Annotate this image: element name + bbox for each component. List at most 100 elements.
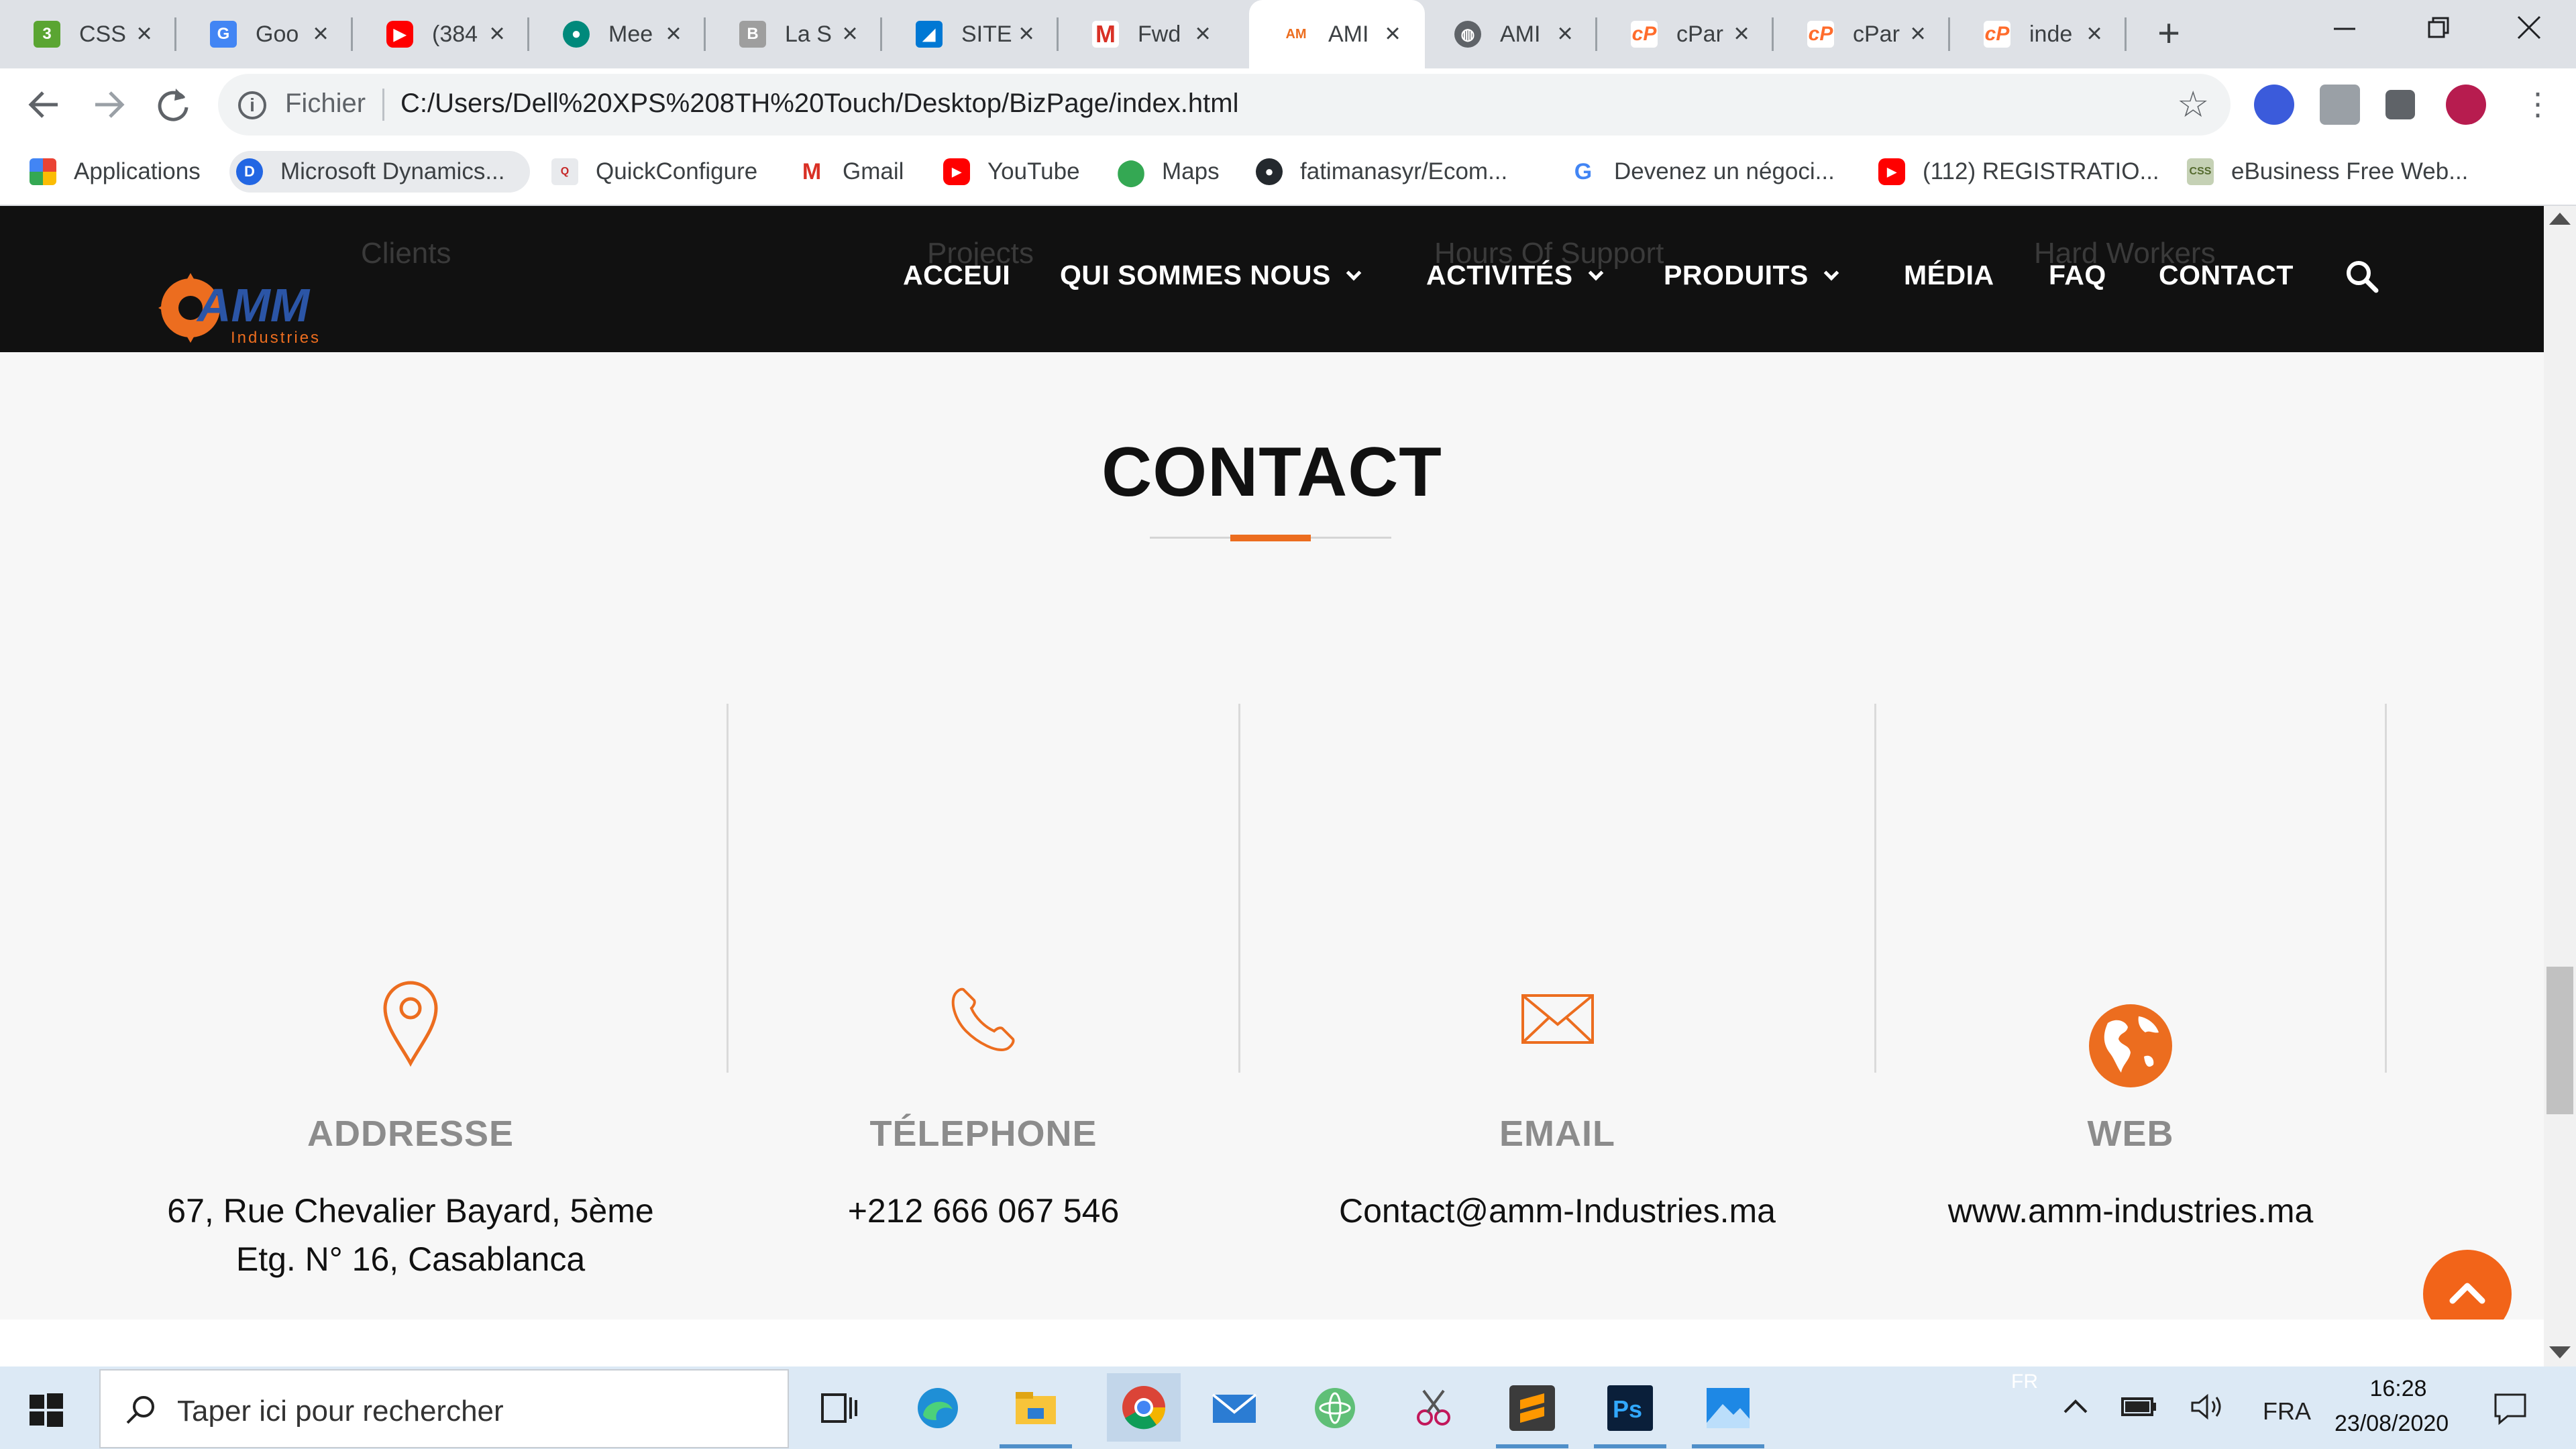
nav-label: PRODUITS xyxy=(1664,260,1809,290)
back-button[interactable] xyxy=(23,83,66,126)
tab-amm-active[interactable]: AM AMI × xyxy=(1249,0,1425,68)
restore-button[interactable] xyxy=(2405,12,2472,52)
envelope-icon xyxy=(1521,994,1594,1044)
tab-amm-2[interactable]: ◍ AMI × xyxy=(1421,0,1597,68)
start-button[interactable] xyxy=(30,1393,63,1427)
bookmark-youtube-2[interactable]: ▶ (112) REGISTRATIO... xyxy=(1872,151,2166,193)
snipping-tool-button[interactable] xyxy=(1406,1381,1460,1435)
gear-icon: AMM Industries xyxy=(158,273,319,347)
bookmark-youtube[interactable]: ▶ YouTube xyxy=(936,151,1087,193)
clock-date[interactable]: 23/08/2020 xyxy=(2334,1411,2449,1437)
close-icon[interactable]: × xyxy=(307,20,334,47)
page-scrollbar[interactable] xyxy=(2544,206,2576,1366)
amm-favicon: AM xyxy=(1283,21,1309,48)
close-icon[interactable]: × xyxy=(1552,20,1578,47)
minimize-icon xyxy=(2334,28,2355,30)
tab-google-translate[interactable]: G Goo × xyxy=(176,0,353,68)
snipping-tool-icon xyxy=(1417,1389,1450,1426)
close-icon[interactable]: × xyxy=(1013,20,1040,47)
bookmark-github[interactable]: ● fatimanasyr/Ecom... xyxy=(1249,151,1514,193)
close-icon[interactable]: × xyxy=(484,20,511,47)
close-icon[interactable]: × xyxy=(131,20,158,47)
windows-logo-icon xyxy=(30,1393,63,1427)
bookmark-applications[interactable]: Applications xyxy=(23,151,207,193)
nav-media[interactable]: MÉDIA xyxy=(1904,260,1994,291)
chevron-down-icon xyxy=(1823,265,1839,281)
show-hidden-icons-button[interactable] xyxy=(2061,1392,2090,1428)
photos-button[interactable] xyxy=(1692,1381,1764,1448)
close-icon[interactable]: × xyxy=(1728,20,1755,47)
new-tab-button[interactable]: + xyxy=(2150,14,2188,54)
clock-time[interactable]: 16:28 xyxy=(2368,1376,2428,1402)
tab-gmail[interactable]: M Fwd × xyxy=(1059,0,1235,68)
close-icon[interactable]: × xyxy=(2081,20,2108,47)
scroll-up-arrow-icon[interactable] xyxy=(2549,213,2571,225)
nav-produits[interactable]: PRODUITS xyxy=(1664,260,1839,291)
sublime-text-button[interactable] xyxy=(1496,1381,1568,1448)
bookmark-quickconfigure[interactable]: Q QuickConfigure xyxy=(545,151,764,193)
battery-button[interactable] xyxy=(2120,1393,2157,1426)
forward-button[interactable] xyxy=(87,83,130,126)
atom-button[interactable] xyxy=(1308,1381,1362,1435)
bookmark-google[interactable]: G Devenez un négoci... xyxy=(1563,151,1841,193)
tab-meet[interactable]: ● Mee × xyxy=(529,0,706,68)
bookmark-maps[interactable]: ⬤ Maps xyxy=(1111,151,1226,193)
avatar[interactable] xyxy=(2446,85,2486,125)
tab-cpanel-2[interactable]: cP cPar × xyxy=(1774,0,1950,68)
chrome-button[interactable] xyxy=(1107,1373,1181,1442)
nav-accueil[interactable]: ACCEUI xyxy=(903,260,1010,291)
tab-css[interactable]: 3 CSS × xyxy=(0,0,176,68)
close-window-button[interactable] xyxy=(2496,12,2563,52)
azure-devops-icon: ◢ xyxy=(916,21,943,48)
taskbar-search-box[interactable]: Taper ici pour rechercher xyxy=(99,1369,789,1448)
close-icon[interactable]: × xyxy=(660,20,687,47)
minimize-button[interactable] xyxy=(2311,12,2378,52)
photoshop-button[interactable]: Ps xyxy=(1594,1381,1666,1448)
tab-index[interactable]: cP inde × xyxy=(1950,0,2127,68)
address-bar[interactable]: i Fichier C:/Users/Dell%20XPS%208TH%20To… xyxy=(218,74,2231,136)
edge-button[interactable] xyxy=(911,1381,965,1435)
nav-faq[interactable]: FAQ xyxy=(2049,260,2106,291)
search-button[interactable] xyxy=(2344,258,2380,294)
extension-bag-icon[interactable] xyxy=(2320,85,2360,125)
task-view-button[interactable] xyxy=(812,1381,865,1435)
info-icon[interactable]: i xyxy=(238,91,266,119)
scroll-thumb[interactable] xyxy=(2546,967,2573,1114)
email-address[interactable]: Contact@amm-Industries.ma xyxy=(1240,1187,1874,1235)
input-language[interactable]: FRA xyxy=(2263,1397,2311,1426)
nav-contact[interactable]: CONTACT xyxy=(2159,260,2294,291)
close-icon[interactable]: × xyxy=(1379,20,1406,47)
more-menu-icon[interactable]: ⋮ xyxy=(2522,89,2553,119)
amm-logo[interactable]: AMM Industries xyxy=(158,268,339,348)
meet-icon: ● xyxy=(563,21,590,48)
close-icon[interactable]: × xyxy=(837,20,863,47)
bookmark-label: YouTube xyxy=(987,158,1080,184)
cpanel-icon: cP xyxy=(1984,21,2010,48)
mail-button[interactable] xyxy=(1208,1381,1261,1435)
website-link[interactable]: www.amm-industries.ma xyxy=(1876,1187,2385,1235)
phone-number[interactable]: +212 666 067 546 xyxy=(729,1187,1238,1235)
bookmark-gmail[interactable]: M Gmail xyxy=(792,151,910,193)
tab-site[interactable]: ◢ SITE × xyxy=(882,0,1059,68)
battery-icon xyxy=(2121,1397,2156,1416)
nav-label: FAQ xyxy=(2049,260,2106,290)
reload-button[interactable] xyxy=(152,83,195,126)
close-icon[interactable]: × xyxy=(1189,20,1216,47)
bookmark-star-icon[interactable]: ☆ xyxy=(2177,83,2209,125)
puzzle-icon[interactable] xyxy=(2385,90,2415,119)
tab-youtube[interactable]: ▶ (384 × xyxy=(353,0,529,68)
tab-cpanel-1[interactable]: cP cPar × xyxy=(1597,0,1774,68)
close-icon[interactable]: × xyxy=(1904,20,1931,47)
bookmark-ebusiness[interactable]: CSS eBusiness Free Web... xyxy=(2180,151,2475,193)
scroll-down-arrow-icon[interactable] xyxy=(2549,1346,2571,1358)
action-center-button[interactable] xyxy=(2493,1391,2528,1432)
file-explorer-button[interactable] xyxy=(1000,1381,1072,1448)
nav-qui-sommes-nous[interactable]: QUI SOMMES NOUS xyxy=(1060,260,1362,291)
volume-button[interactable] xyxy=(2188,1392,2226,1428)
nav-label: MÉDIA xyxy=(1904,260,1994,290)
bookmark-dynamics[interactable]: D Microsoft Dynamics... xyxy=(229,151,530,193)
tab-document[interactable]: B La S × xyxy=(706,0,882,68)
nav-activites[interactable]: ACTIVITÉS xyxy=(1426,260,1603,291)
extension-blue-icon[interactable] xyxy=(2254,85,2294,125)
url-text[interactable]: C:/Users/Dell%20XPS%208TH%20Touch/Deskto… xyxy=(400,89,1238,119)
